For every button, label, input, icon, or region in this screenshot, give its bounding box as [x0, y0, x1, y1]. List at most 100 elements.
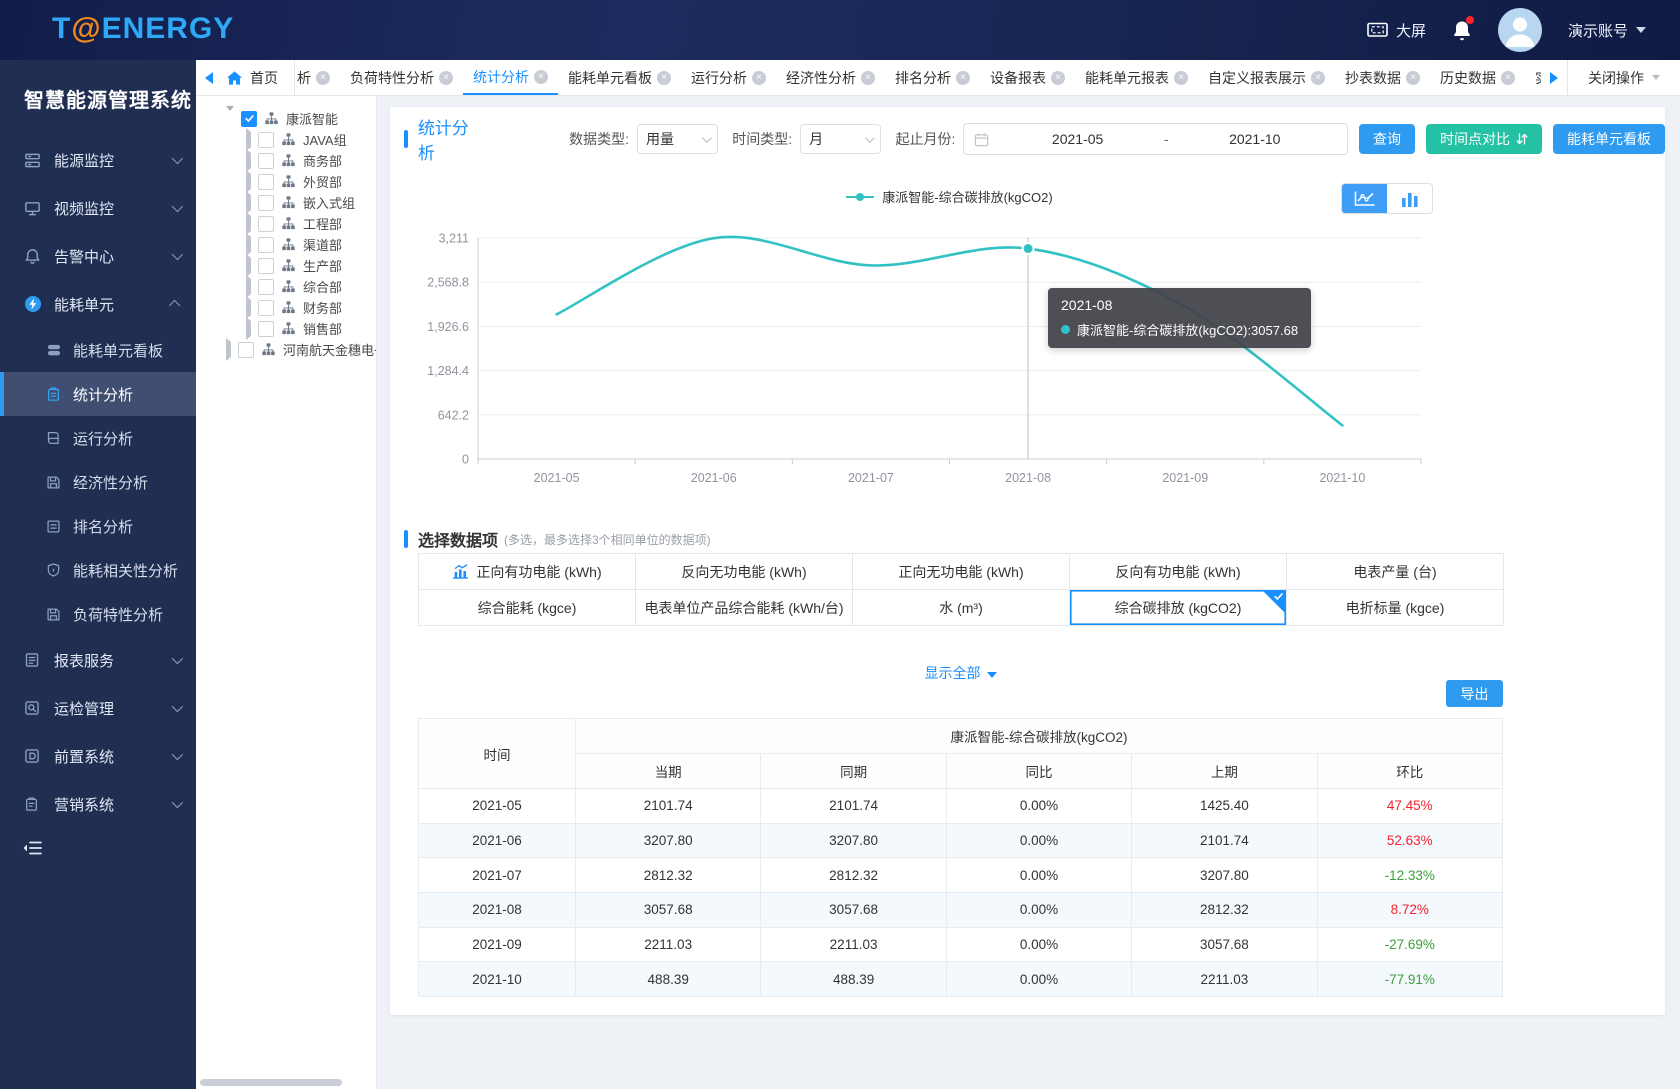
- tab-close-icon[interactable]: ×: [534, 70, 548, 84]
- tree-checkbox[interactable]: [258, 195, 274, 211]
- tabs-scroll-right-button[interactable]: [1541, 60, 1567, 95]
- tab-close-icon[interactable]: ×: [752, 71, 766, 85]
- tab-close-icon[interactable]: ×: [1406, 71, 1420, 85]
- tree-checkbox[interactable]: [258, 258, 274, 274]
- data-item-6[interactable]: 电表单位产品综合能耗 (kWh/台): [636, 590, 853, 626]
- caret-right-icon[interactable]: [246, 174, 251, 189]
- tab-item-11[interactable]: 历史数据×: [1430, 60, 1525, 95]
- tree-node-child[interactable]: 渠道部: [196, 234, 376, 255]
- data-item-0[interactable]: 正向有功电能 (kWh): [419, 554, 636, 590]
- data-item-5[interactable]: 综合能耗 (kgce): [419, 590, 636, 626]
- time-compare-button[interactable]: 时间点对比: [1426, 124, 1542, 154]
- caret-right-icon[interactable]: [246, 321, 251, 336]
- sidebar-item-front-system[interactable]: 前置系统: [0, 732, 196, 780]
- sidebar-subitem-energy-unit-board[interactable]: 能耗单元看板: [0, 328, 196, 372]
- tab-item-4[interactable]: 运行分析×: [681, 60, 776, 95]
- month-range-input[interactable]: 2021-05 - 2021-10: [963, 123, 1348, 155]
- tree-node-child[interactable]: 财务部: [196, 297, 376, 318]
- data-item-8[interactable]: 综合碳排放 (kgCO2): [1070, 590, 1287, 626]
- sidebar-item-marketing-system[interactable]: 营销系统: [0, 780, 196, 828]
- caret-right-icon[interactable]: [246, 300, 251, 315]
- sidebar-subitem-ranking-analysis[interactable]: 排名分析: [0, 504, 196, 548]
- tree-node-child[interactable]: 外贸部: [196, 171, 376, 192]
- tree-node-child[interactable]: 销售部: [196, 318, 376, 339]
- sidebar-subitem-run-analysis[interactable]: 运行分析: [0, 416, 196, 460]
- caret-right-icon[interactable]: [246, 153, 251, 168]
- sidebar-subitem-economic-analysis[interactable]: 经济性分析: [0, 460, 196, 504]
- tree-checkbox[interactable]: [258, 279, 274, 295]
- sidebar-collapse-button[interactable]: [22, 840, 42, 856]
- sidebar-item-report-service[interactable]: 报表服务: [0, 636, 196, 684]
- tab-item-3[interactable]: 能耗单元看板×: [558, 60, 681, 95]
- data-item-1[interactable]: 反向无功电能 (kWh): [636, 554, 853, 590]
- avatar[interactable]: [1498, 8, 1542, 52]
- caret-right-icon[interactable]: [246, 237, 251, 252]
- export-button[interactable]: 导出: [1446, 680, 1503, 707]
- tab-close-icon[interactable]: ×: [861, 71, 875, 85]
- tab-item-2[interactable]: 统计分析×: [463, 60, 558, 95]
- tree-node-child[interactable]: 工程部: [196, 213, 376, 234]
- tree-checkbox[interactable]: [258, 216, 274, 232]
- data-type-select[interactable]: 用量: [637, 124, 718, 154]
- tab-item-8[interactable]: 能耗单元报表×: [1075, 60, 1198, 95]
- tree-checkbox[interactable]: [258, 300, 274, 316]
- caret-right-icon[interactable]: [226, 342, 231, 357]
- tree-node-root[interactable]: 河南航天金穗电子有: [196, 339, 376, 360]
- caret-right-icon[interactable]: [246, 279, 251, 294]
- tree-checkbox[interactable]: [258, 321, 274, 337]
- caret-right-icon[interactable]: [246, 216, 251, 231]
- sidebar-item-energy-unit[interactable]: 能耗单元: [0, 280, 196, 328]
- tab-close-icon[interactable]: ×: [1051, 71, 1065, 85]
- tree-node-root[interactable]: 康派智能: [196, 108, 376, 129]
- sidebar-subitem-load-analysis[interactable]: 负荷特性分析: [0, 592, 196, 636]
- tab-close-icon[interactable]: ×: [1501, 71, 1515, 85]
- tab-item-10[interactable]: 抄表数据×: [1335, 60, 1430, 95]
- account-menu[interactable]: 演示账号: [1568, 20, 1646, 41]
- show-all-link[interactable]: 显示全部: [418, 663, 1503, 683]
- data-item-9[interactable]: 电折标量 (kgce): [1287, 590, 1504, 626]
- tree-node-child[interactable]: 商务部: [196, 150, 376, 171]
- caret-down-icon[interactable]: [226, 111, 234, 126]
- tab-close-icon[interactable]: ×: [1311, 71, 1325, 85]
- horizontal-scrollbar[interactable]: [200, 1079, 342, 1086]
- tab-close-icon[interactable]: ×: [439, 71, 453, 85]
- notification-bell-button[interactable]: [1452, 19, 1472, 41]
- tree-checkbox[interactable]: [258, 132, 274, 148]
- query-button[interactable]: 查询: [1359, 124, 1415, 154]
- sidebar-item-inspection-mgmt[interactable]: 运检管理: [0, 684, 196, 732]
- legend-item[interactable]: 康派智能-综合碳排放(kgCO2): [846, 187, 1052, 206]
- tree-checkbox[interactable]: [258, 174, 274, 190]
- tree-checkbox[interactable]: [238, 342, 254, 358]
- sidebar-subitem-correlation-analysis[interactable]: 能耗相关性分析: [0, 548, 196, 592]
- tab-close-icon[interactable]: ×: [956, 71, 970, 85]
- energy-unit-board-button[interactable]: 能耗单元看板: [1553, 124, 1665, 154]
- tree-node-child[interactable]: JAVA组: [196, 129, 376, 150]
- sidebar-item-alarm-center[interactable]: 告警中心: [0, 232, 196, 280]
- data-item-2[interactable]: 正向无功电能 (kWh): [853, 554, 1070, 590]
- tab-item-5[interactable]: 经济性分析×: [776, 60, 885, 95]
- tab-item-6[interactable]: 排名分析×: [885, 60, 980, 95]
- tab-close-icon[interactable]: ×: [657, 71, 671, 85]
- tabs-scroll-left-button[interactable]: [196, 60, 222, 95]
- tree-checkbox[interactable]: [258, 237, 274, 253]
- data-item-4[interactable]: 电表产量 (台): [1287, 554, 1504, 590]
- sidebar-item-energy-monitor[interactable]: 能源监控: [0, 136, 196, 184]
- tab-item-9[interactable]: 自定义报表展示×: [1198, 60, 1335, 95]
- line-chart-button[interactable]: [1342, 184, 1387, 213]
- tab-close-icon[interactable]: ×: [1174, 71, 1188, 85]
- caret-right-icon[interactable]: [246, 258, 251, 273]
- caret-right-icon[interactable]: [246, 195, 251, 210]
- tree-node-child[interactable]: 生产部: [196, 255, 376, 276]
- sidebar-subitem-statistic-analysis[interactable]: 统计分析: [0, 372, 196, 416]
- sidebar-item-video-monitor[interactable]: 视频监控: [0, 184, 196, 232]
- tree-node-child[interactable]: 综合部: [196, 276, 376, 297]
- big-screen-button[interactable]: 大屏: [1367, 20, 1426, 41]
- tree-checkbox[interactable]: [241, 111, 257, 127]
- tab-item-7[interactable]: 设备报表×: [980, 60, 1075, 95]
- time-type-select[interactable]: 月: [800, 124, 881, 154]
- caret-right-icon[interactable]: [246, 132, 251, 147]
- close-operations-menu[interactable]: 关闭操作: [1567, 60, 1680, 95]
- tab-close-icon[interactable]: ×: [316, 71, 330, 85]
- tab-item-1[interactable]: 负荷特性分析×: [340, 60, 463, 95]
- data-item-3[interactable]: 反向有功电能 (kWh): [1070, 554, 1287, 590]
